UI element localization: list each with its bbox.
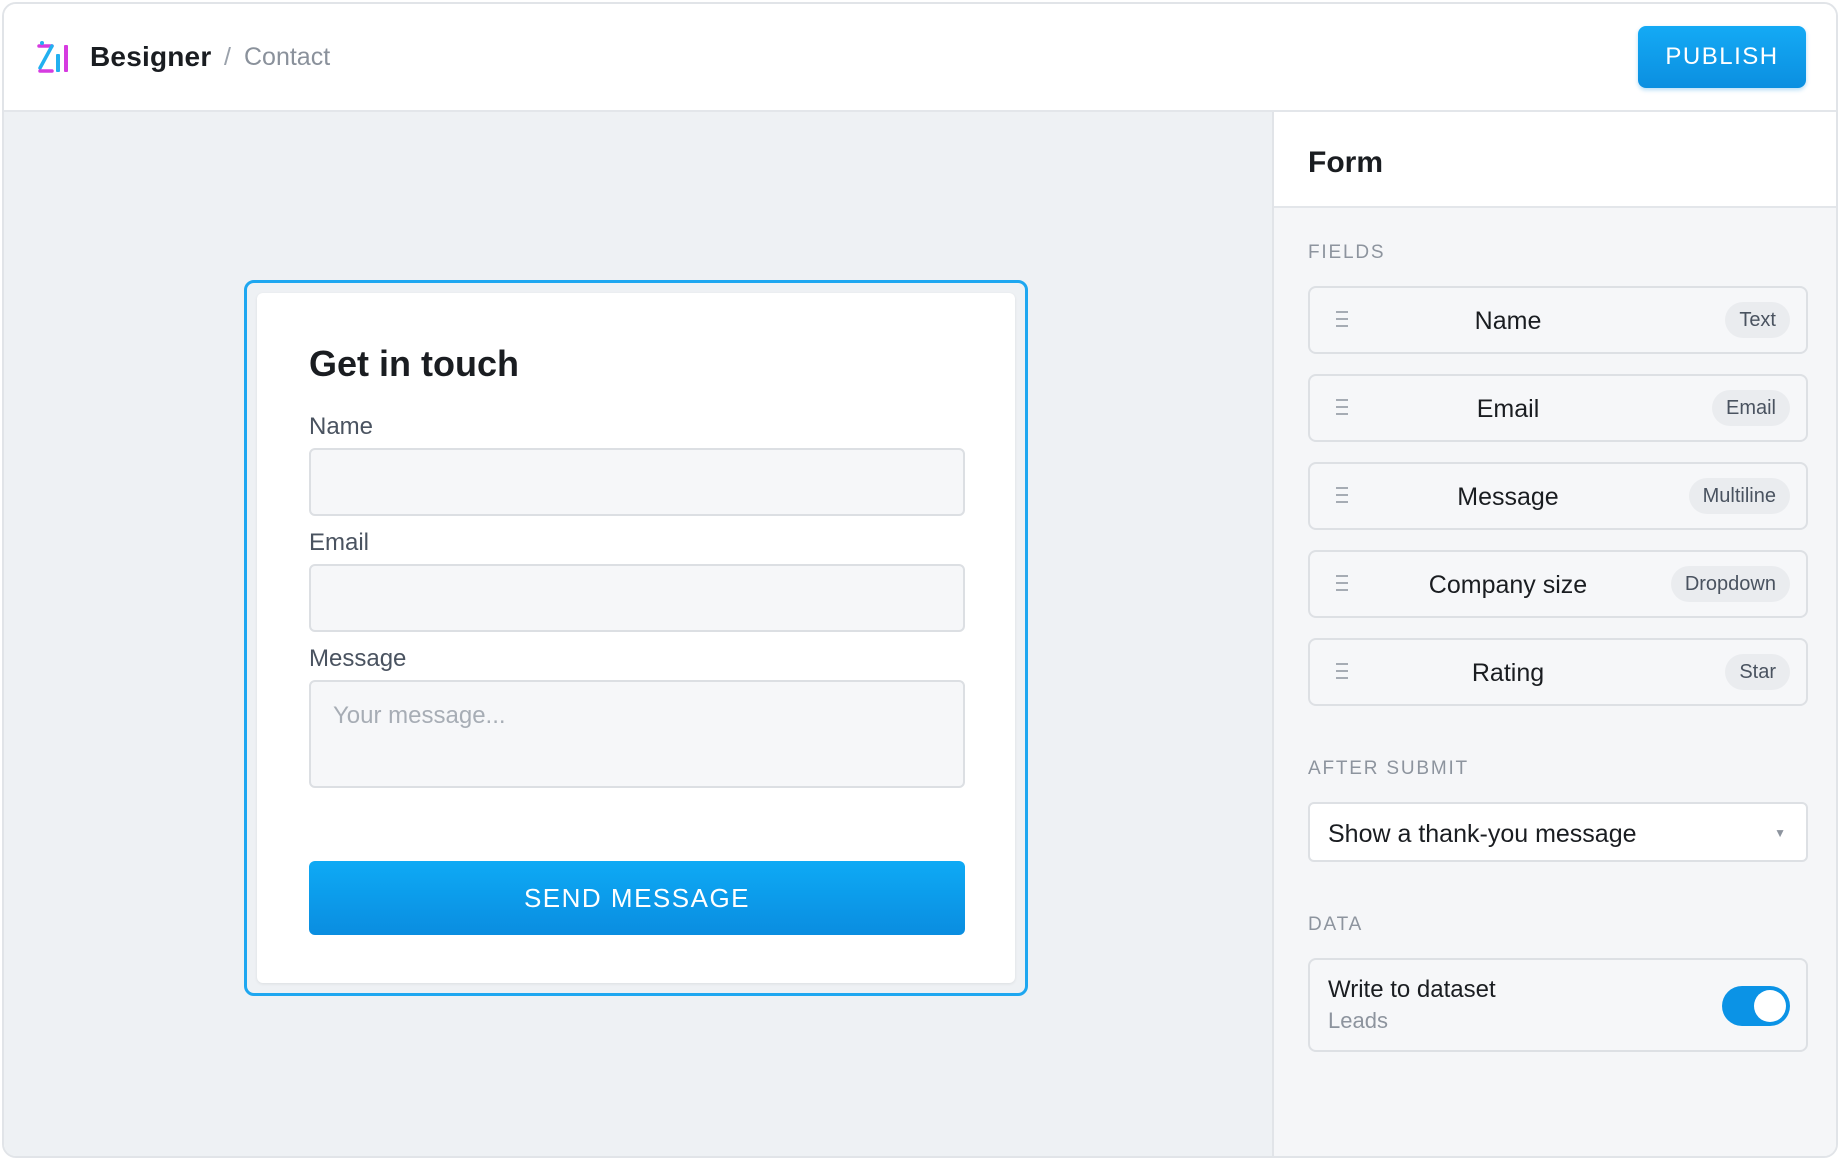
breadcrumb-page[interactable]: Contact (244, 43, 330, 72)
after-submit-select[interactable]: Show a thank-you message ▼ (1308, 802, 1808, 862)
app-name: Besigner (90, 41, 212, 72)
besigner-logo-icon (37, 41, 68, 73)
email-field-label: Email (309, 529, 370, 556)
field-type-badge: Email (1711, 390, 1790, 426)
field-row-label: Message (1457, 483, 1559, 511)
email-input[interactable] (309, 564, 965, 632)
field-row-label: Email (1476, 395, 1540, 423)
data-section-title: DATA (1308, 914, 1364, 935)
field-row-label: Name (1474, 307, 1542, 335)
top-bar: Besigner / Contact PUBLISH (4, 4, 1836, 112)
name-input[interactable] (309, 448, 965, 516)
field-row-label: Company size (1428, 571, 1588, 599)
design-canvas[interactable]: Get in touch Name Email Message SEND MES… (4, 112, 1272, 1156)
chevron-down-icon: ▼ (1774, 826, 1786, 840)
message-textarea[interactable] (309, 680, 965, 788)
form-selection-frame[interactable]: Get in touch Name Email Message SEND MES… (244, 280, 1028, 996)
form-title: Get in touch (309, 343, 519, 384)
drag-handle-icon[interactable] (1336, 487, 1350, 505)
app-window: Besigner / Contact PUBLISH Get in touch … (2, 2, 1838, 1158)
dataset-name: Leads (1328, 1008, 1388, 1033)
message-field-label: Message (309, 645, 407, 672)
drag-handle-icon[interactable] (1336, 399, 1350, 417)
field-row-company-size[interactable]: Company size Dropdown (1308, 550, 1808, 618)
drag-handle-icon[interactable] (1336, 575, 1350, 593)
after-submit-value: Show a thank-you message (1328, 820, 1637, 848)
drag-handle-icon[interactable] (1336, 663, 1350, 681)
panel-header: Form (1274, 112, 1836, 208)
panel-title: Form (1308, 146, 1383, 179)
field-row-email[interactable]: Email Email (1308, 374, 1808, 442)
field-row-message[interactable]: Message Multiline (1308, 462, 1808, 530)
field-type-badge: Dropdown (1670, 566, 1790, 602)
toggle-knob (1754, 990, 1786, 1022)
after-submit-section-title: AFTER SUBMIT (1308, 758, 1469, 779)
field-type-badge: Text (1725, 302, 1790, 338)
field-row-name[interactable]: Name Text (1308, 286, 1808, 354)
field-row-label: Rating (1471, 659, 1545, 687)
dataset-card: Write to dataset Leads (1308, 958, 1808, 1052)
field-row-rating[interactable]: Rating Star (1308, 638, 1808, 706)
dataset-title: Write to dataset (1328, 976, 1496, 1003)
contact-form-card[interactable]: Get in touch Name Email Message SEND MES… (257, 293, 1015, 983)
name-field-label: Name (309, 413, 374, 440)
drag-handle-icon[interactable] (1336, 311, 1350, 329)
breadcrumb-separator: / (224, 43, 231, 71)
field-type-badge: Multiline (1688, 478, 1790, 514)
properties-panel: Form FIELDS Name Text Email Email Messag… (1272, 112, 1836, 1156)
fields-section-title: FIELDS (1308, 242, 1386, 263)
write-to-dataset-toggle[interactable] (1722, 986, 1790, 1026)
publish-button[interactable]: PUBLISH (1638, 26, 1806, 88)
field-type-badge: Star (1725, 654, 1790, 690)
send-message-button[interactable]: SEND MESSAGE (309, 861, 965, 935)
